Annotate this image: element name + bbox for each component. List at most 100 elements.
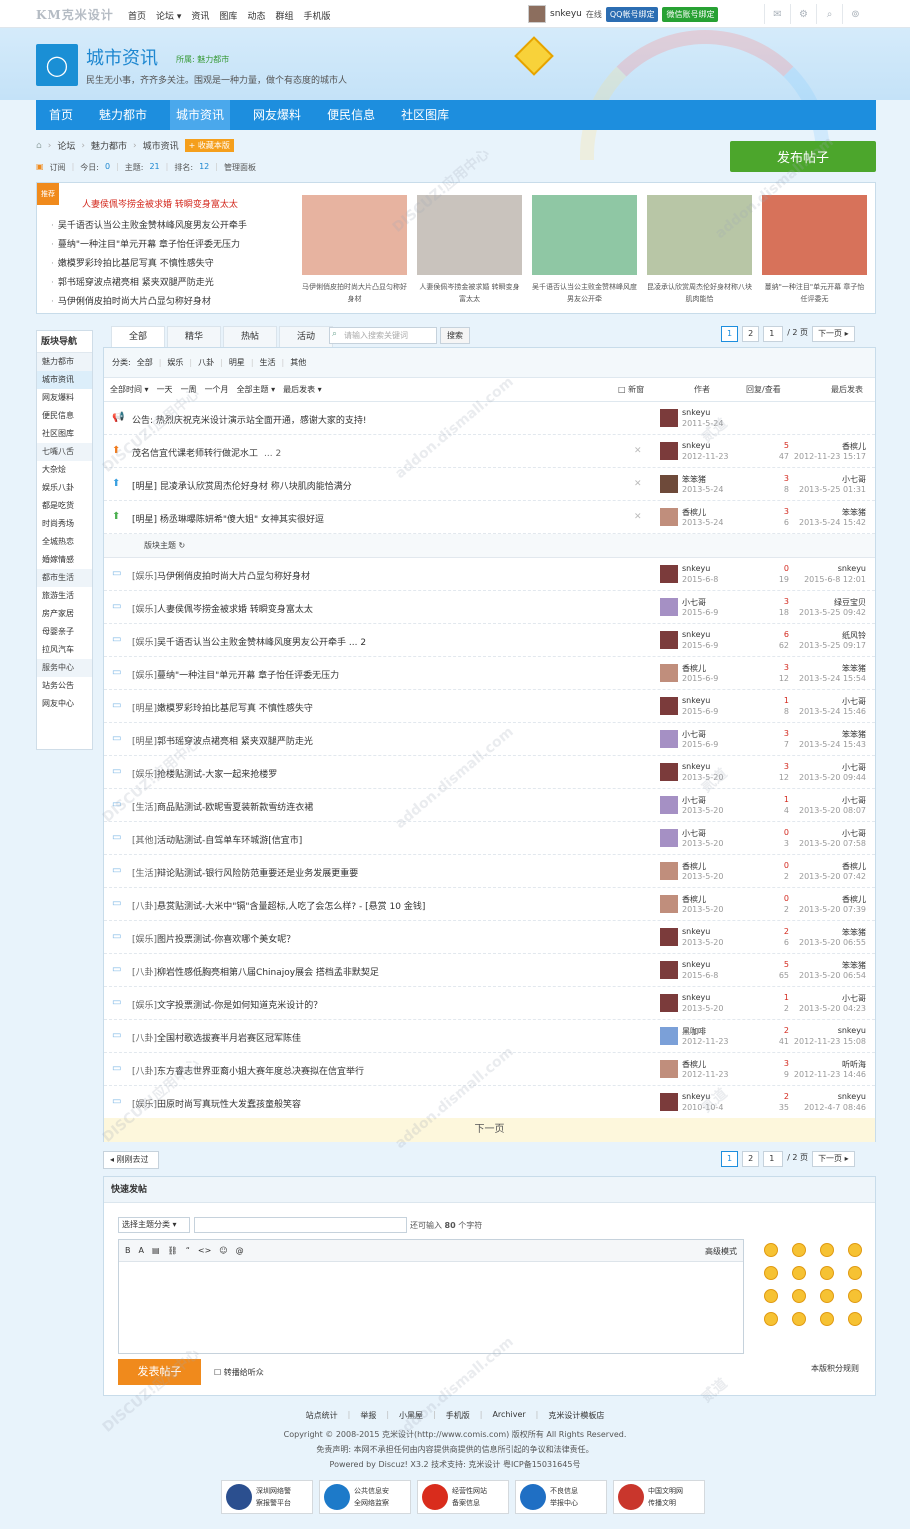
- thread-row[interactable]: ▭ [八卦]全国村歌选拔赛半月岩赛区冠军陈佳 黑咖啡 2012-11-23 2 41 snk…: [104, 1020, 875, 1053]
- sidebar-item[interactable]: 网友爆料: [37, 389, 92, 407]
- smiley-icon[interactable]: [764, 1289, 778, 1303]
- type-filter[interactable]: 娱乐: [167, 357, 183, 368]
- page-1[interactable]: 1: [721, 1151, 739, 1167]
- thread-author[interactable]: snkeyu: [682, 1092, 710, 1101]
- thread-category[interactable]: [娱乐]: [132, 935, 157, 945]
- footer-badge[interactable]: 不良信息 举报中心: [515, 1480, 607, 1514]
- type-filter[interactable]: 明星: [229, 357, 245, 368]
- topnav-news[interactable]: 资讯: [191, 9, 209, 22]
- site-logo[interactable]: KM克米设计: [36, 6, 114, 23]
- editor-tool[interactable]: ⛓: [168, 1246, 178, 1255]
- author-avatar[interactable]: [660, 1060, 678, 1078]
- rss-icon[interactable]: ▣: [36, 162, 44, 173]
- page-input[interactable]: 1: [763, 326, 784, 342]
- recommend-caption[interactable]: 马伊俐俏皮拍时尚大片凸显匀称好身材: [302, 281, 407, 305]
- recommend-photo[interactable]: [647, 195, 752, 275]
- thread-title-text[interactable]: 郭书瑶穿波点裙亮相 紧夹双腿严防走光: [157, 737, 313, 747]
- nav-charm-city[interactable]: 魅力都市: [96, 100, 150, 130]
- breadcrumb-forum[interactable]: 论坛: [57, 139, 75, 152]
- author-avatar[interactable]: [660, 961, 678, 979]
- type-filter[interactable]: 生活: [260, 357, 276, 368]
- sidebar-item[interactable]: 网友中心: [37, 695, 92, 713]
- last-post-time[interactable]: 2013-5-20 07:58: [784, 839, 866, 848]
- last-post-time[interactable]: 2013-5-20 04:23: [784, 1004, 866, 1013]
- footer-badge[interactable]: 深圳网络警 察报警平台: [221, 1480, 313, 1514]
- topic-type-select[interactable]: 选择主题分类 ▾: [118, 1217, 190, 1233]
- thread-title-text[interactable]: 茂名信宜代课老师转行做泥水工: [132, 449, 258, 459]
- topnav-feed[interactable]: 动态: [247, 9, 265, 22]
- nav-home[interactable]: 首页: [46, 100, 76, 130]
- thread-title-text[interactable]: 图片投票测试-你喜欢哪个美女呢？: [157, 935, 295, 945]
- user-avatar[interactable]: [528, 5, 546, 23]
- thread-row[interactable]: ▭ [生活]商品贴测试-欧昵雪夏装新款雪纺连衣裙 小七哥 2013-5-20 1 4 小七哥…: [104, 789, 875, 822]
- thread-row[interactable]: ▭ [娱乐]文字投票测试-你是如何知道克米设计的？ snkeyu 2013-5-20 1…: [104, 987, 875, 1020]
- sidebar-item[interactable]: 房产家居: [37, 605, 92, 623]
- load-next-page-button[interactable]: 下一页: [104, 1118, 875, 1142]
- smiley-icon[interactable]: [820, 1312, 834, 1326]
- thread-title[interactable]: [明星]嫩模罗彩玲拍比基尼写真 不慎性感失守: [132, 701, 313, 714]
- sidebar-item[interactable]: 母婴亲子: [37, 623, 92, 641]
- thread-row[interactable]: ▭ [明星]嫩模罗彩玲拍比基尼写真 不慎性感失守 snkeyu 2015-6-9 1 8 小…: [104, 690, 875, 723]
- thread-category[interactable]: [娱乐]: [132, 638, 157, 648]
- thread-author[interactable]: snkeyu: [682, 696, 710, 705]
- thread-category[interactable]: [娱乐]: [132, 572, 157, 582]
- author-avatar[interactable]: [660, 409, 678, 427]
- credit-rules-link[interactable]: 本版积分规则: [811, 1363, 859, 1374]
- thread-title[interactable]: 公告: 热烈庆祝克米设计演示站全面开通，感谢大家的支持!: [132, 413, 367, 426]
- topnav-home[interactable]: 首页: [128, 9, 146, 22]
- last-post-time[interactable]: 2013-5-24 15:54: [784, 674, 866, 683]
- last-post-time[interactable]: 2012-11-23 14:46: [784, 1070, 866, 1079]
- thread-row[interactable]: ▭ [八卦]柳岩性感低胸亮相第八届Chinajoy展会 搭档孟非默契足 snkeyu…: [104, 954, 875, 987]
- thread-category[interactable]: [生活]: [132, 803, 157, 813]
- topnav-forum[interactable]: 论坛 ▾: [156, 9, 181, 22]
- last-poster[interactable]: 笨笨猪: [784, 960, 866, 971]
- thread-category[interactable]: [娱乐]: [132, 1100, 157, 1110]
- wechat-bind-button[interactable]: 微信账号绑定: [662, 6, 719, 22]
- author-avatar[interactable]: [660, 598, 678, 616]
- sidebar-item[interactable]: 便民信息: [37, 407, 92, 425]
- next-page-button[interactable]: 下一页 ▸: [812, 326, 855, 342]
- last-poster[interactable]: 小七哥: [784, 762, 866, 773]
- thread-author[interactable]: 香槟儿: [682, 663, 706, 674]
- recommend-headline[interactable]: 人妻侯佩岑捞金被求婚 转瞬变身富太太: [82, 197, 238, 210]
- author-avatar[interactable]: [660, 862, 678, 880]
- thread-title-text[interactable]: 蔓纳"一种注目"单元开幕 章子怡任评委无压力: [157, 671, 339, 681]
- gear-icon[interactable]: ⚙: [790, 4, 816, 24]
- thread-author[interactable]: 小七哥: [682, 795, 706, 806]
- broadcast-checkbox[interactable]: ☐ 转播给听众: [214, 1367, 264, 1378]
- thread-title[interactable]: [生活]商品贴测试-欧昵雪夏装新款雪纺连衣裙: [132, 800, 313, 813]
- thread-title[interactable]: [娱乐]图片投票测试-你喜欢哪个美女呢？: [132, 932, 295, 945]
- author-avatar[interactable]: [660, 829, 678, 847]
- last-poster[interactable]: 香槟儿: [784, 894, 866, 905]
- author-avatar[interactable]: [660, 565, 678, 583]
- sidebar-item[interactable]: 时尚秀场: [37, 515, 92, 533]
- footer-link[interactable]: 手机版: [446, 1410, 470, 1421]
- thread-category[interactable]: [娱乐]: [132, 770, 157, 780]
- thread-row[interactable]: ▭ [八卦]东方睿志世界亚裔小姐大赛年度总决赛拟在信宜举行 香槟儿 2012-11-2…: [104, 1053, 875, 1086]
- sidebar-group[interactable]: 都市生活: [37, 569, 92, 587]
- sort-filter[interactable]: 全部主题 ▾: [237, 384, 276, 395]
- recommend-item[interactable]: 嫩模罗彩玲拍比基尼写真 不慎性感失守: [51, 255, 247, 274]
- thread-title[interactable]: [娱乐]蔓纳"一种注目"单元开幕 章子怡任评委无压力: [132, 668, 339, 681]
- author-avatar[interactable]: [660, 664, 678, 682]
- last-poster[interactable]: 笨笨猪: [784, 729, 866, 740]
- footer-link[interactable]: 小黑屋: [399, 1410, 423, 1421]
- thread-title[interactable]: [八卦]全国村歌选拔赛半月岩赛区冠军陈佳: [132, 1031, 301, 1044]
- thread-author[interactable]: 香槟儿: [682, 1059, 706, 1070]
- thread-category[interactable]: [明星]: [132, 704, 157, 714]
- thread-title-text[interactable]: 文字投票测试-你是如何知道克米设计的？: [157, 1001, 322, 1011]
- sidebar-item[interactable]: 社区图库: [37, 425, 92, 443]
- page-2[interactable]: 2: [742, 1151, 760, 1167]
- sidebar-group[interactable]: 魅力都市: [37, 353, 92, 371]
- sidebar-item[interactable]: 全城热恋: [37, 533, 92, 551]
- last-post-time[interactable]: 2012-4-7 08:46: [784, 1103, 866, 1112]
- type-filter[interactable]: 八卦: [198, 357, 214, 368]
- username[interactable]: snkeyu: [550, 9, 582, 19]
- last-post-time[interactable]: 2013-5-20 06:54: [784, 971, 866, 980]
- last-poster[interactable]: 小七哥: [784, 828, 866, 839]
- last-poster[interactable]: 笨笨猪: [784, 507, 866, 518]
- thread-title[interactable]: [其他]活动贴测试-自驾单车环城游[信宜市]: [132, 833, 302, 846]
- smiley-icon[interactable]: [792, 1266, 806, 1280]
- sidebar-item[interactable]: 拉风汽车: [37, 641, 92, 659]
- thread-row[interactable]: ▭ [娱乐]抢楼贴测试-大家一起来抢楼罗 snkeyu 2013-5-20 3 12 小七哥…: [104, 756, 875, 789]
